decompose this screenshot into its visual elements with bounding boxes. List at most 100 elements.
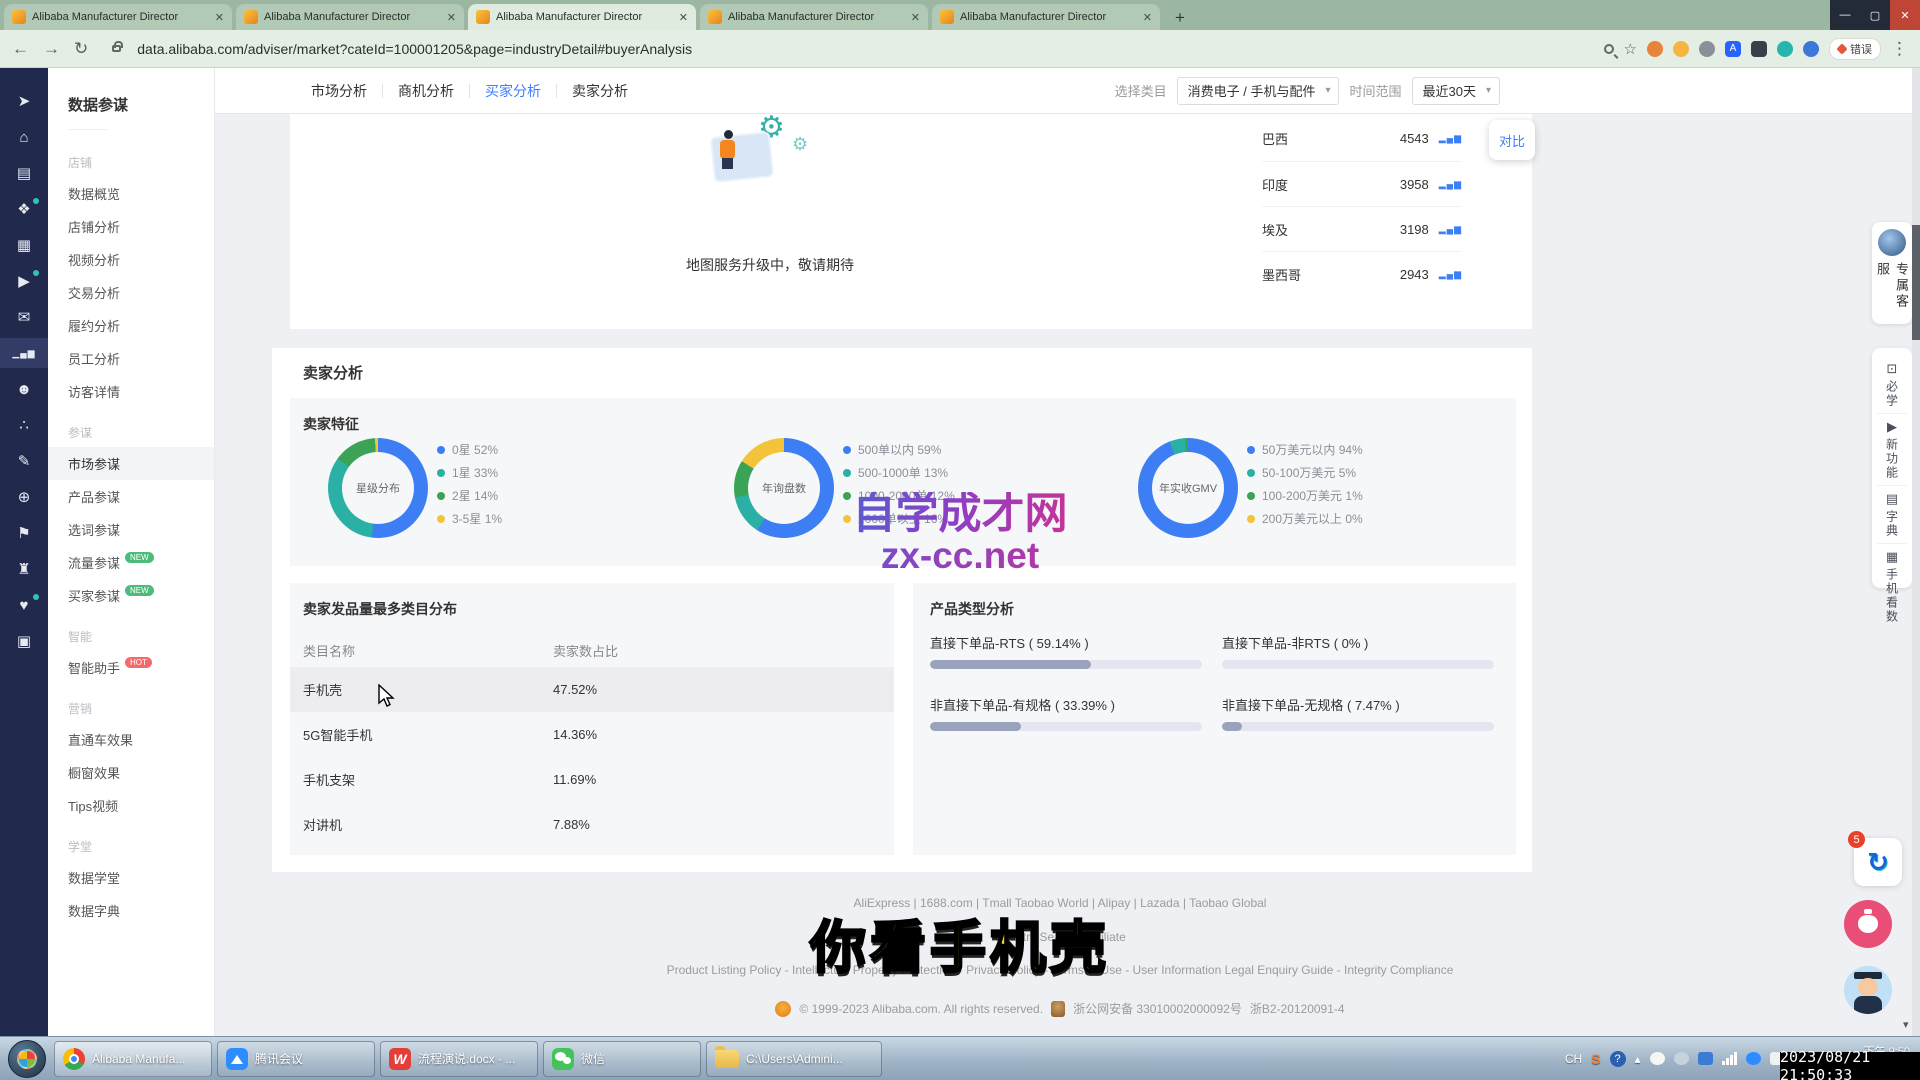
table-row[interactable]: 手机支架 11.69% xyxy=(290,757,894,802)
taskbar-wps-button[interactable]: W 流程演说.docx - ... xyxy=(380,1041,538,1077)
category-select[interactable]: 消费电子 / 手机与配件 ▾ xyxy=(1177,77,1340,105)
table-row[interactable]: 对讲机 7.88% xyxy=(290,802,894,847)
sidebar-item-staff-analysis[interactable]: 员工分析 xyxy=(48,342,214,375)
taskbar-chrome-button[interactable]: Alibaba Manufa... xyxy=(54,1041,212,1077)
taskbar-meeting-button[interactable]: 腾讯会议 xyxy=(217,1041,375,1077)
browser-tab[interactable]: Alibaba Manufacturer Director ✕ xyxy=(4,4,232,30)
trend-chart-icon[interactable]: ▂▄▆ xyxy=(1439,269,1462,280)
tab-market-analysis[interactable]: 市场分析 xyxy=(296,81,382,101)
address-input[interactable]: data.alibaba.com/adviser/market?cateId=1… xyxy=(137,41,1589,57)
search-icon[interactable] xyxy=(1604,44,1614,54)
tab-close-icon[interactable]: ✕ xyxy=(679,11,688,24)
signal-tray-icon[interactable] xyxy=(1722,1052,1737,1065)
tab-seller-analysis[interactable]: 卖家分析 xyxy=(557,81,643,101)
sogou-ime-icon[interactable]: S xyxy=(1591,1051,1600,1067)
sidebar-item-tips-video[interactable]: Tips视频 xyxy=(48,789,214,822)
tool-new-features[interactable]: ▶ 新功能 xyxy=(1877,413,1907,485)
reload-icon[interactable]: ↻ xyxy=(74,39,88,59)
rail-item[interactable]: ✉ xyxy=(0,302,48,332)
rail-item[interactable]: ∴ xyxy=(0,410,48,440)
language-indicator[interactable]: CH xyxy=(1565,1052,1582,1066)
trend-chart-icon[interactable]: ▂▄▆ xyxy=(1439,224,1462,235)
rail-item[interactable]: ♥ xyxy=(0,590,48,620)
sidebar-item-market-adviser[interactable]: 市场参谋 xyxy=(48,447,214,480)
bookmark-star-icon[interactable]: ☆ xyxy=(1624,40,1637,58)
taskbar-wechat-button[interactable]: 微信 xyxy=(543,1041,701,1077)
rail-item[interactable]: ▦ xyxy=(0,230,48,260)
forward-icon[interactable]: → xyxy=(43,39,60,59)
tab-buyer-analysis[interactable]: 买家分析 xyxy=(470,81,556,101)
sync-float-button[interactable]: ↻ 5 xyxy=(1854,838,1902,886)
meeting-tray-icon[interactable] xyxy=(1746,1052,1761,1065)
wechat-tray-icon[interactable] xyxy=(1650,1052,1665,1065)
scrollbar-thumb[interactable] xyxy=(1912,225,1920,340)
sidebar-item-showcase-effect[interactable]: 橱窗效果 xyxy=(48,756,214,789)
sidebar-item-shop-analysis[interactable]: 店铺分析 xyxy=(48,210,214,243)
extension-icon[interactable] xyxy=(1777,41,1793,57)
error-extension-badge[interactable]: 错误 xyxy=(1829,38,1881,60)
rail-item[interactable]: ⌂ xyxy=(0,122,48,152)
puzzle-extension-icon[interactable] xyxy=(1751,41,1767,57)
extension-a-icon[interactable]: A xyxy=(1725,41,1741,57)
rail-item[interactable]: ▣ xyxy=(0,626,48,656)
security-tray-icon[interactable] xyxy=(1698,1052,1713,1065)
country-row[interactable]: 印度 3958 ▂▄▆ xyxy=(1262,161,1462,206)
browser-tab[interactable]: Alibaba Manufacturer Director ✕ xyxy=(236,4,464,30)
sidebar-item-data-dictionary[interactable]: 数据字典 xyxy=(48,894,214,927)
tutor-avatar-button[interactable] xyxy=(1844,966,1892,1014)
tool-must-learn[interactable]: ⊡ 必学 xyxy=(1877,356,1907,413)
tab-close-icon[interactable]: ✕ xyxy=(1143,11,1152,24)
network-tray-icon[interactable] xyxy=(1674,1052,1689,1065)
sidebar-item-trade-analysis[interactable]: 交易分析 xyxy=(48,276,214,309)
tray-expand-icon[interactable]: ▴ xyxy=(1635,1052,1641,1066)
country-row[interactable]: 巴西 4543 ▂▄▆ xyxy=(1262,116,1462,161)
sidebar-item-fulfillment-analysis[interactable]: 履约分析 xyxy=(48,309,214,342)
sidebar-item-visitor-detail[interactable]: 访客详情 xyxy=(48,375,214,408)
rail-item[interactable]: ⊕ xyxy=(0,482,48,512)
extension-icon[interactable] xyxy=(1673,41,1689,57)
sidebar-item-data-school[interactable]: 数据学堂 xyxy=(48,861,214,894)
rail-item[interactable]: ▤ xyxy=(0,158,48,188)
help-tray-icon[interactable]: ? xyxy=(1610,1051,1626,1067)
rail-item[interactable]: ♜ xyxy=(0,554,48,584)
trend-chart-icon[interactable]: ▂▄▆ xyxy=(1439,133,1462,144)
tab-opportunity-analysis[interactable]: 商机分析 xyxy=(383,81,469,101)
scrollbar-track[interactable] xyxy=(1912,68,1920,1036)
compare-button[interactable]: 对比 xyxy=(1489,120,1535,160)
tab-close-icon[interactable]: ✕ xyxy=(215,11,224,24)
taskbar-explorer-button[interactable]: C:\Users\Admini... xyxy=(706,1041,882,1077)
scrollbar-down-icon[interactable]: ▾ xyxy=(1903,1018,1909,1031)
new-tab-button[interactable]: + xyxy=(1168,6,1192,30)
start-button[interactable] xyxy=(8,1040,46,1078)
extension-icon[interactable] xyxy=(1647,41,1663,57)
sidebar-item-product-adviser[interactable]: 产品参谋 xyxy=(48,480,214,513)
maximize-button[interactable]: ▢ xyxy=(1860,0,1890,30)
sidebar-item-video-analysis[interactable]: 视频分析 xyxy=(48,243,214,276)
rail-item[interactable]: ➤ xyxy=(0,86,48,116)
tool-mobile-data[interactable]: ▦ 手机看数 xyxy=(1877,543,1907,629)
sidebar-item-data-overview[interactable]: 数据概览 xyxy=(48,177,214,210)
customer-service-panel[interactable]: 专属客服 xyxy=(1872,222,1912,324)
sidebar-item-keyword-adviser[interactable]: 选词参谋 xyxy=(48,513,214,546)
tool-dictionary[interactable]: ▤ 字典 xyxy=(1877,485,1907,543)
tab-close-icon[interactable]: ✕ xyxy=(447,11,456,24)
rail-item[interactable]: ✎ xyxy=(0,446,48,476)
browser-tab[interactable]: Alibaba Manufacturer Director ✕ xyxy=(932,4,1160,30)
sidebar-item-buyer-adviser[interactable]: 买家参谋NEW xyxy=(48,579,214,612)
rail-item[interactable]: ⚑ xyxy=(0,518,48,548)
minimize-button[interactable]: — xyxy=(1830,0,1860,30)
sidebar-item-ai-assistant[interactable]: 智能助手HOT xyxy=(48,651,214,684)
tab-close-icon[interactable]: ✕ xyxy=(911,11,920,24)
browser-menu-icon[interactable]: ⋮ xyxy=(1891,39,1908,59)
country-row[interactable]: 埃及 3198 ▂▄▆ xyxy=(1262,206,1462,251)
browser-tab-active[interactable]: Alibaba Manufacturer Director ✕ xyxy=(468,4,696,30)
back-icon[interactable]: ← xyxy=(12,39,29,59)
time-range-select[interactable]: 最近30天 ▾ xyxy=(1412,77,1501,105)
country-row[interactable]: 墨西哥 2943 ▂▄▆ xyxy=(1262,251,1462,296)
rail-item[interactable]: ❖ xyxy=(0,194,48,224)
rail-item-active[interactable]: ▁▄▆ xyxy=(0,338,48,368)
extension-icon[interactable] xyxy=(1699,41,1715,57)
profile-avatar[interactable] xyxy=(1803,41,1819,57)
table-row[interactable]: 5G智能手机 14.36% xyxy=(290,712,894,757)
trend-chart-icon[interactable]: ▂▄▆ xyxy=(1439,179,1462,190)
